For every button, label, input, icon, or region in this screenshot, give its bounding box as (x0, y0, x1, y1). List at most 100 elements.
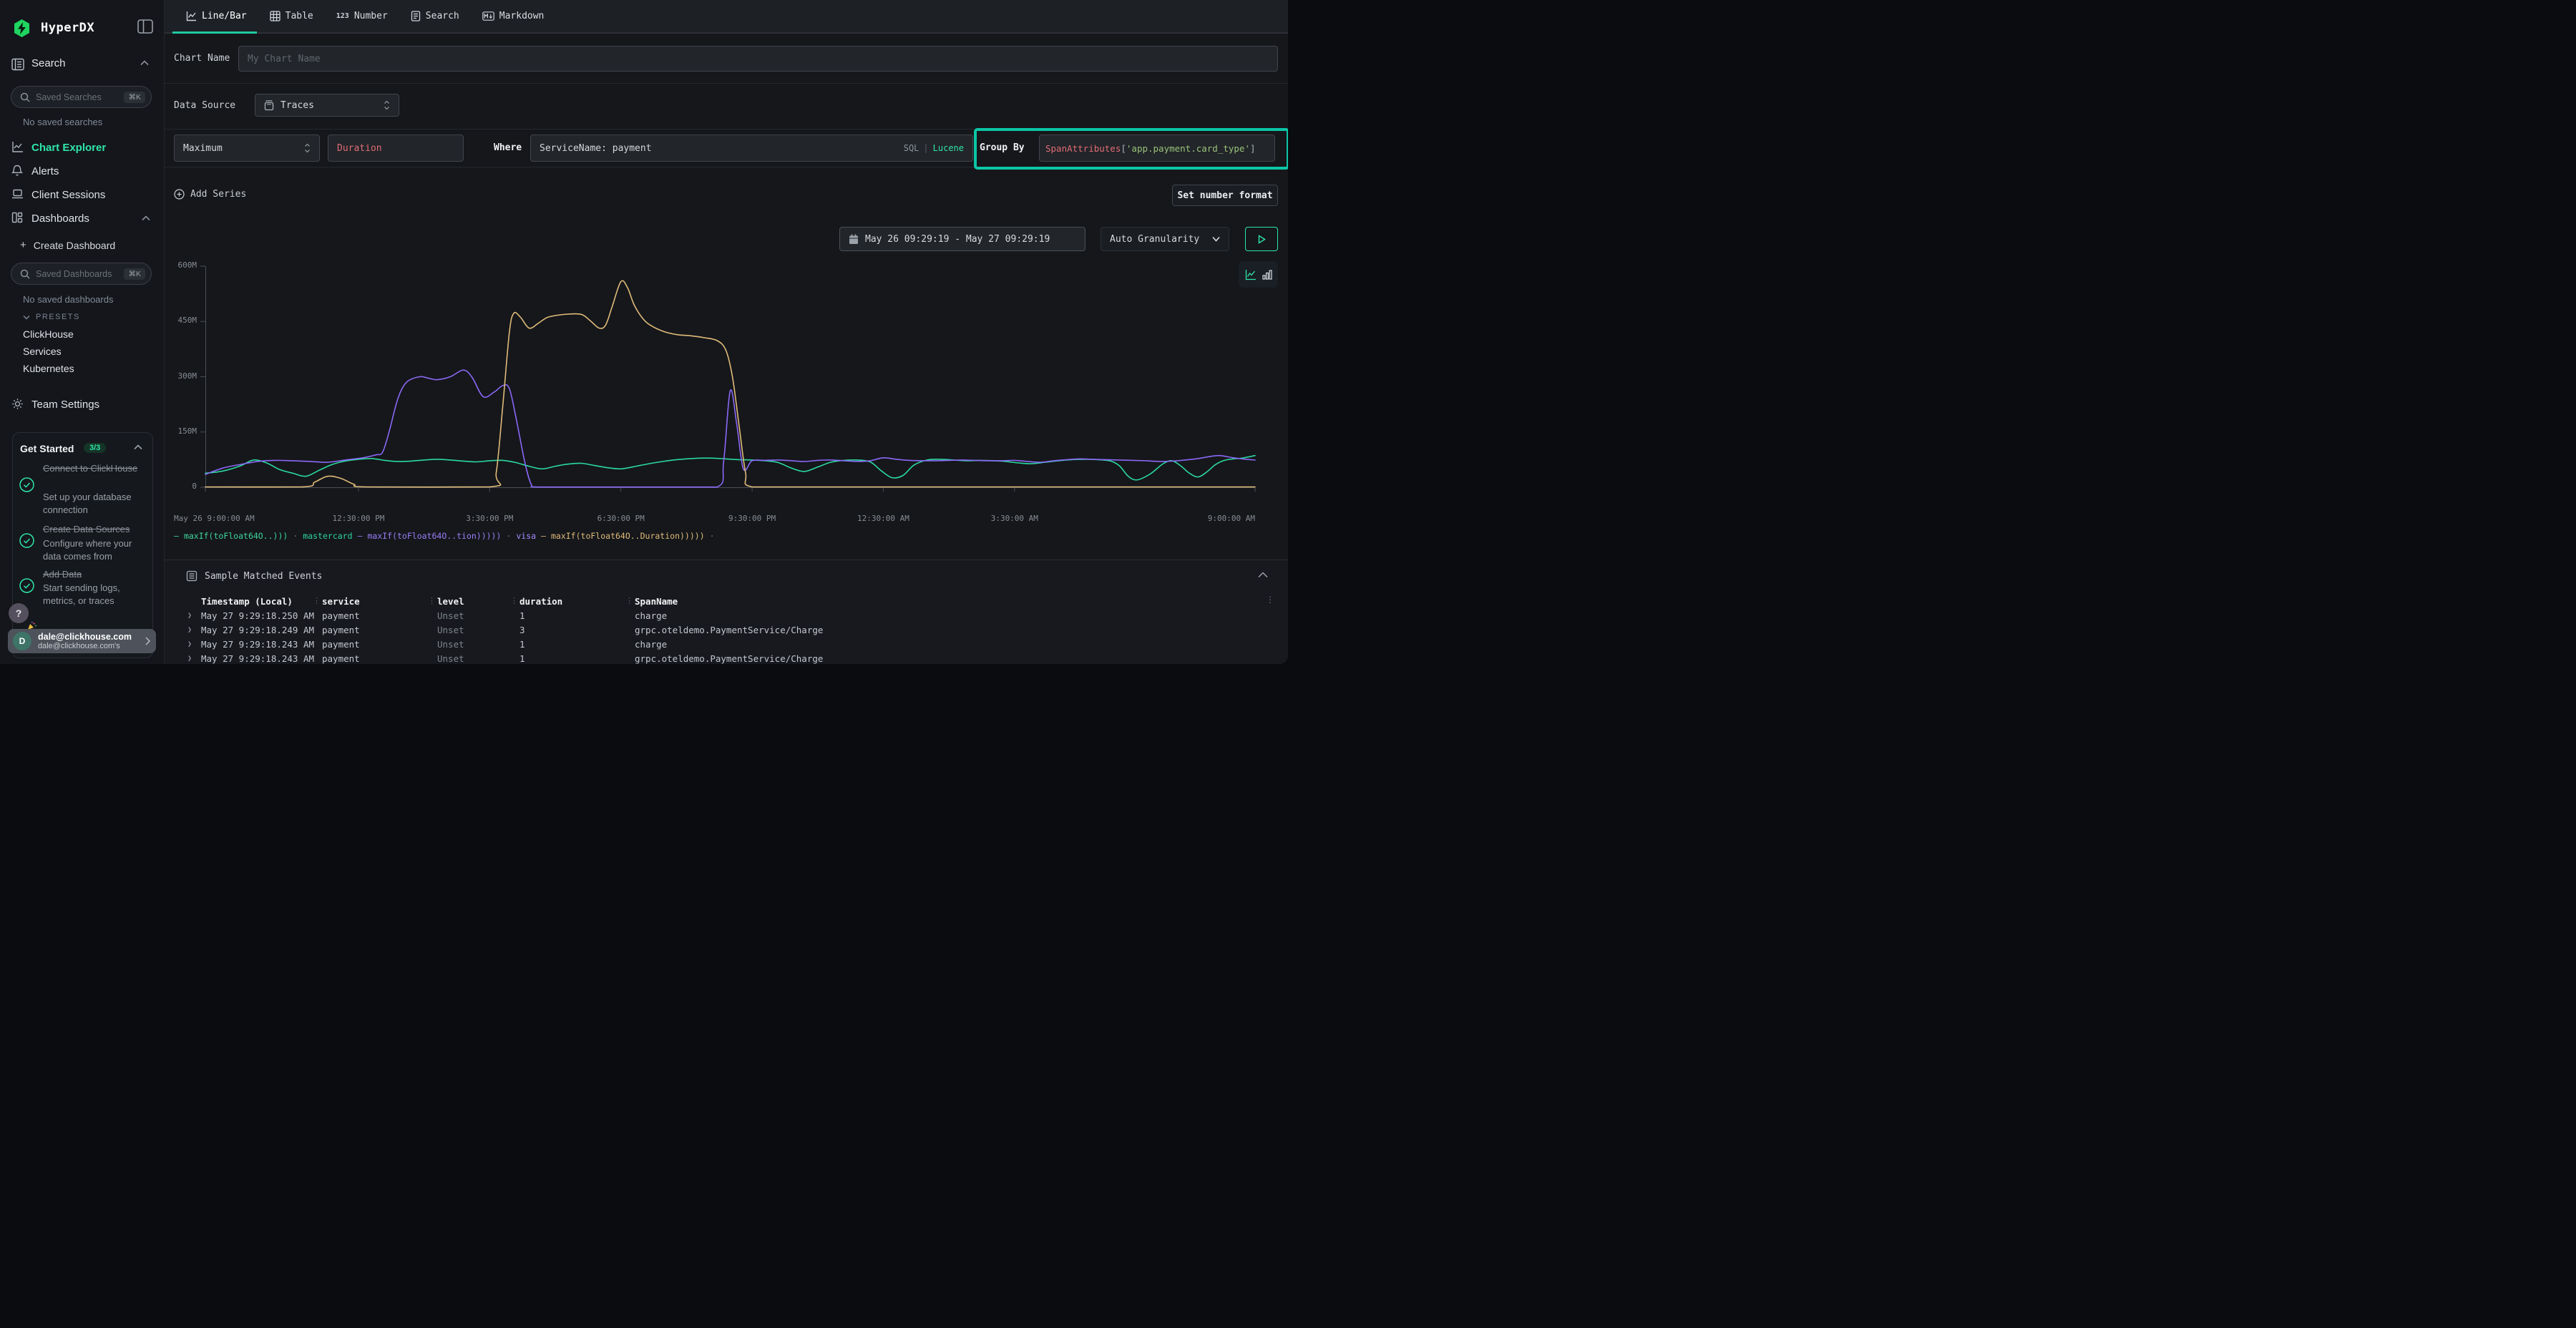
table-cell: charge (635, 639, 667, 650)
saved-searches-input[interactable]: Saved Searches ⌘K (11, 86, 152, 108)
table-row[interactable]: ❯May 27 9:29:18.249 AMpaymentUnset3grpc.… (165, 625, 1288, 638)
dashboards-label: Dashboards (31, 213, 89, 225)
table-row[interactable]: ❯May 27 9:29:18.250 AMpaymentUnset1charg… (165, 610, 1288, 624)
column-header[interactable]: level (437, 596, 464, 607)
create-dashboard-label: Create Dashboard (34, 240, 115, 251)
timeseries-chart[interactable] (200, 262, 1255, 494)
column-resize-handle[interactable]: ⋮ (510, 596, 518, 605)
y-tick-label: 150M (168, 426, 197, 436)
field-input[interactable]: Duration (328, 135, 464, 162)
get-started-collapse-chevron-icon[interactable] (134, 444, 142, 450)
bar-chart-toggle-icon[interactable] (1262, 269, 1272, 280)
gs-item-title[interactable]: Add Data (43, 568, 150, 582)
row-expand-chevron-icon[interactable]: ❯ (187, 612, 192, 620)
lucene-toggle[interactable]: Lucene (933, 143, 964, 153)
search-collapse-chevron-icon[interactable] (140, 60, 149, 66)
gs-item-desc: Set up your database connection (43, 491, 152, 516)
sidebar: HyperDX Search Saved Searches ⌘K No save… (0, 0, 165, 664)
add-series-label: Add Series (190, 189, 246, 200)
user-menu[interactable]: D dale@clickhouse.com dale@clickhouse.co… (8, 629, 156, 653)
row-expand-chevron-icon[interactable]: ❯ (187, 655, 192, 663)
search-section-icon (11, 58, 24, 71)
tab-table[interactable]: Table (270, 0, 313, 32)
sql-toggle[interactable]: SQL (904, 143, 919, 153)
aggregation-select[interactable]: Maximum (174, 135, 320, 162)
table-cell: May 27 9:29:18.243 AM (201, 653, 314, 664)
group-by-input[interactable]: SpanAttributes['app.payment.card_type'] (1039, 135, 1275, 162)
dashboards-collapse-chevron-icon[interactable] (142, 215, 150, 221)
legend-token: · (710, 531, 715, 541)
sidebar-item-client-sessions[interactable]: Client Sessions (0, 186, 165, 208)
table-cell: payment (322, 625, 360, 635)
table-cell: Unset (437, 625, 464, 635)
column-header[interactable]: SpanName (635, 596, 678, 607)
help-button[interactable]: ? (9, 603, 29, 623)
table-icon (270, 11, 280, 21)
get-started-progress-badge: 3/3 (84, 443, 106, 453)
x-tick-label: 3:30:00 PM (466, 514, 513, 523)
dashboards-grid-icon (11, 212, 23, 223)
tab-markdown[interactable]: Markdown (482, 0, 545, 32)
date-range-picker[interactable]: May 26 09:29:19 - May 27 09:29:19 (839, 227, 1085, 251)
query-language-toggle[interactable]: SQL|Lucene (904, 143, 964, 153)
sidebar-section-search[interactable]: Search (31, 57, 66, 69)
create-dashboard-button[interactable]: + Create Dashboard (20, 239, 115, 251)
row-expand-chevron-icon[interactable]: ❯ (187, 640, 192, 648)
table-cell: Unset (437, 639, 464, 650)
column-resize-handle[interactable]: ⋮ (313, 596, 321, 605)
column-header[interactable]: service (322, 596, 360, 607)
preset-kubernetes[interactable]: Kubernetes (23, 363, 74, 374)
sidebar-item-alerts[interactable]: Alerts (0, 162, 165, 184)
select-chevrons-icon (384, 100, 390, 110)
legend-token: maxIf(toFloat64O..))) (184, 531, 288, 541)
granularity-value: Auto Granularity (1110, 234, 1199, 245)
column-resize-handle[interactable]: ⋮ (428, 596, 436, 605)
tab-label: Markdown (499, 11, 545, 21)
column-resize-handle[interactable]: ⋮ (625, 596, 633, 605)
app-root: HyperDX Search Saved Searches ⌘K No save… (0, 0, 1288, 664)
where-input[interactable]: ServiceName: payment SQL|Lucene (530, 135, 973, 162)
preset-clickhouse[interactable]: ClickHouse (23, 328, 74, 340)
chevron-down-icon (1212, 236, 1220, 242)
group-by-label: Group By (980, 142, 1025, 153)
chart-name-input[interactable]: My Chart Name (238, 46, 1278, 72)
table-cell: Unset (437, 653, 464, 664)
collapse-sidebar-icon[interactable] (137, 19, 153, 34)
series-line-visa (205, 280, 1255, 487)
chart-explorer-label: Chart Explorer (31, 142, 106, 154)
table-row[interactable]: ❯May 27 9:29:18.243 AMpaymentUnset1charg… (165, 639, 1288, 653)
legend-token: — (174, 531, 179, 541)
series-line-mastercard (205, 370, 1255, 487)
saved-dashboards-input[interactable]: Saved Dashboards ⌘K (11, 263, 152, 285)
sidebar-item-dashboards[interactable]: Dashboards (0, 210, 165, 231)
set-number-format-button[interactable]: Set number format (1172, 185, 1278, 206)
events-collapse-chevron-icon[interactable] (1258, 572, 1268, 578)
granularity-select[interactable]: Auto Granularity (1101, 227, 1229, 251)
table-cell: payment (322, 610, 360, 621)
tab-number[interactable]: 123 Number (336, 0, 388, 32)
table-row[interactable]: ❯May 27 9:29:18.243 AMpaymentUnset1grpc.… (165, 653, 1288, 664)
gs-item-title[interactable]: Connect to ClickHouse (43, 462, 150, 476)
laptop-icon (11, 188, 24, 200)
data-source-select[interactable]: Traces (255, 94, 399, 117)
run-query-button[interactable] (1245, 227, 1278, 251)
tab-search[interactable]: Search (411, 0, 459, 32)
column-header[interactable]: Timestamp (Local) (201, 596, 293, 607)
tab-line-bar[interactable]: Line/Bar (186, 0, 247, 32)
chevron-down-icon (23, 315, 30, 320)
shortcut-badge: ⌘K (124, 268, 145, 280)
row-expand-chevron-icon[interactable]: ❯ (187, 626, 192, 634)
user-team: dale@clickhouse.com's (38, 642, 145, 651)
column-header[interactable]: duration (519, 596, 562, 607)
table-cell: charge (635, 610, 667, 621)
preset-services[interactable]: Services (23, 346, 62, 357)
plus-icon: + (20, 239, 26, 251)
legend-token: maxIf(toFloat64O..Duration))))) (551, 531, 705, 541)
gs-item-title[interactable]: Create Data Sources (43, 523, 150, 537)
presets-group[interactable]: PRESETS (23, 313, 80, 321)
table-cell: 3 (519, 625, 525, 635)
question-mark-icon: ? (16, 607, 22, 619)
sidebar-item-chart-explorer[interactable]: Chart Explorer (0, 139, 165, 160)
sidebar-item-team-settings[interactable]: Team Settings (0, 397, 165, 417)
add-series-button[interactable]: Add Series (174, 189, 246, 200)
